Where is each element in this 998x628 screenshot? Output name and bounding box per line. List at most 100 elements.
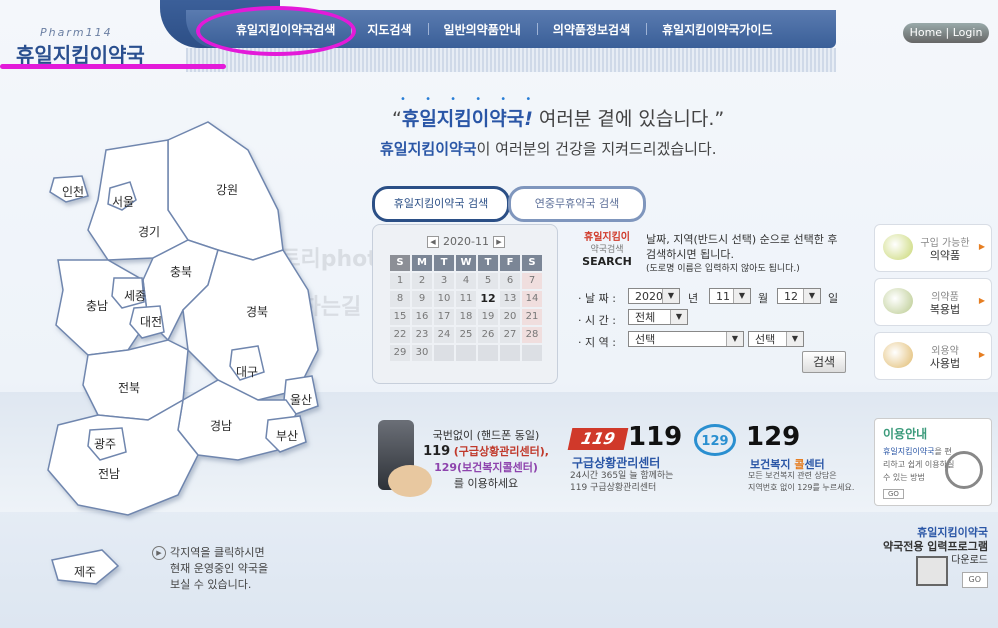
number-129: 129	[746, 422, 801, 452]
calendar-day[interactable]: 13	[500, 291, 520, 307]
calendar-day[interactable]: 17	[434, 309, 454, 325]
play-icon: ▶	[152, 546, 166, 560]
calendar-day[interactable]: 23	[412, 327, 432, 343]
card-subtitle: 의약품	[929, 249, 961, 262]
day-value: 12	[784, 290, 798, 303]
calendar-day-header: S	[522, 255, 542, 271]
logo-subtitle: Pharm114	[40, 26, 113, 39]
title-119: 구급상황관리센터	[572, 456, 661, 470]
pill-icon	[883, 234, 913, 260]
chevron-down-icon: ▼	[733, 289, 750, 303]
label-daejeon: 대전	[140, 315, 162, 329]
calendar-day-header: M	[412, 255, 432, 271]
calendar-day[interactable]: 21	[522, 309, 542, 325]
download-icon[interactable]	[916, 556, 948, 586]
calendar-day[interactable]: 25	[456, 327, 476, 343]
calendar-day[interactable]: 22	[390, 327, 410, 343]
calendar-day-header: S	[390, 255, 410, 271]
usage-guide-box[interactable]: 이용안내 휴일지킴이약국을 편리하고 쉽게 이용하실 수 있는 방법 GO	[874, 418, 992, 506]
calendar-day[interactable]: 7	[522, 273, 542, 289]
calendar-day[interactable]: 3	[434, 273, 454, 289]
download-go-button[interactable]: GO	[961, 572, 988, 588]
calendar-day[interactable]: 12	[478, 291, 498, 307]
nav-item-map-search[interactable]: 지도검색	[351, 21, 427, 38]
calendar-empty-cell	[434, 345, 454, 361]
subline-rest: 이 여러분의 건강을 지켜드리겠습니다.	[476, 140, 717, 158]
subregion-select[interactable]: 선택 ▼	[748, 331, 804, 347]
prev-month-icon[interactable]: ◀	[427, 235, 439, 248]
label-daegu: 대구	[236, 365, 258, 379]
desc-129: 모든 보건복지 관련 상담은 지역번호 없이 129를 누르세요.	[748, 470, 854, 494]
search-title-c: SEARCH	[582, 255, 632, 268]
calendar-day[interactable]: 14	[522, 291, 542, 307]
chevron-down-icon: ▼	[670, 310, 687, 324]
time-label: · 시 간 :	[578, 314, 616, 327]
card-dosage[interactable]: 의약품 복용법 ▶	[874, 278, 992, 326]
search-title-a: 휴일지킴이	[584, 232, 630, 243]
month-select[interactable]: 11 ▼	[709, 288, 751, 304]
chevron-down-icon: ▼	[786, 332, 803, 346]
calendar-day[interactable]: 24	[434, 327, 454, 343]
month-value: 11	[716, 290, 730, 303]
label-chungnam: 충남	[86, 299, 108, 313]
calendar-day[interactable]: 20	[500, 309, 520, 325]
calendar-day[interactable]: 8	[390, 291, 410, 307]
hint-line: 현재 운영중인 약국을	[170, 562, 269, 575]
label-jeonnam: 전남	[98, 467, 120, 481]
calendar-day[interactable]: 29	[390, 345, 410, 361]
day-select[interactable]: 12 ▼	[777, 288, 821, 304]
region-value: 선택	[635, 333, 656, 346]
calendar-day[interactable]: 2	[412, 273, 432, 289]
search-title: 휴일지킴이 약국검색 SEARCH	[574, 232, 640, 268]
calendar-day[interactable]: 10	[434, 291, 454, 307]
region-jeonnam[interactable]	[47, 398, 199, 516]
year-select[interactable]: 2020 ▼	[628, 288, 680, 304]
number-119: 119	[628, 422, 683, 452]
calendar-day[interactable]: 30	[412, 345, 432, 361]
chevron-down-icon: ▼	[726, 332, 743, 346]
calendar-day[interactable]: 18	[456, 309, 476, 325]
label-ulsan: 울산	[290, 393, 312, 407]
region-select[interactable]: 선택 ▼	[628, 331, 744, 347]
calendar-day[interactable]: 15	[390, 309, 410, 325]
tab-holiday-search[interactable]: 휴일지킴이약국 검색	[372, 186, 510, 222]
calendar-day[interactable]: 9	[412, 291, 432, 307]
phone-notice: 국번없이 (핸드폰 동일) 119 (구급상황관리센터), 129(보건복지콜센…	[418, 428, 554, 492]
month-unit: 월	[758, 292, 769, 305]
calendar-day[interactable]: 6	[500, 273, 520, 289]
calendar-day[interactable]: 28	[522, 327, 542, 343]
label-chungbuk: 충북	[170, 265, 192, 279]
usage-guide-highlight: 휴일지킴이약국	[883, 447, 935, 456]
search-button[interactable]: 검색	[802, 351, 846, 373]
logo-119: 119	[567, 428, 629, 450]
time-select[interactable]: 전체 ▼	[628, 309, 688, 325]
calendar-day[interactable]: 19	[478, 309, 498, 325]
calendar-day[interactable]: 11	[456, 291, 476, 307]
calendar-day[interactable]: 16	[412, 309, 432, 325]
card-external-use[interactable]: 외용약 사용법 ▶	[874, 332, 992, 380]
hint-line: 보실 수 있습니다.	[170, 578, 252, 591]
tab-always-open-search[interactable]: 연중무휴약국 검색	[508, 186, 646, 222]
arrow-right-icon: ▶	[978, 350, 985, 359]
calendar-day[interactable]: 27	[500, 327, 520, 343]
next-month-icon[interactable]: ▶	[492, 235, 505, 248]
card-purchasable-drugs[interactable]: 구입 가능한 의약품 ▶	[874, 224, 992, 272]
nav-item-drug-info-search[interactable]: 의약품정보검색	[536, 21, 646, 38]
chevron-down-icon: ▼	[662, 289, 679, 303]
label-seoul: 서울	[112, 195, 134, 209]
calendar-day[interactable]: 4	[456, 273, 476, 289]
search-desc-text: 날짜, 지역(반드시 선택) 순으로 선택한 후 검색하시면 됩니다.	[646, 233, 838, 261]
calendar-day[interactable]: 1	[390, 273, 410, 289]
calendar-day[interactable]: 5	[478, 273, 498, 289]
headline-open-quote: “	[392, 108, 402, 130]
phone-num119: 119	[423, 444, 451, 459]
nav-item-pharmacy-guide[interactable]: 휴일지킴이약국가이드	[646, 21, 788, 38]
calendar-month: 2020-11	[443, 235, 489, 248]
nav-item-otc-guide[interactable]: 일반의약품안내	[427, 21, 537, 38]
calendar-day[interactable]: 26	[478, 327, 498, 343]
day-unit: 일	[828, 292, 839, 305]
region-label: · 지 역 :	[578, 336, 616, 349]
usage-guide-go-button[interactable]: GO	[883, 489, 904, 499]
calendar-empty-cell	[500, 345, 520, 361]
home-login-button[interactable]: Home | Login	[903, 23, 989, 43]
